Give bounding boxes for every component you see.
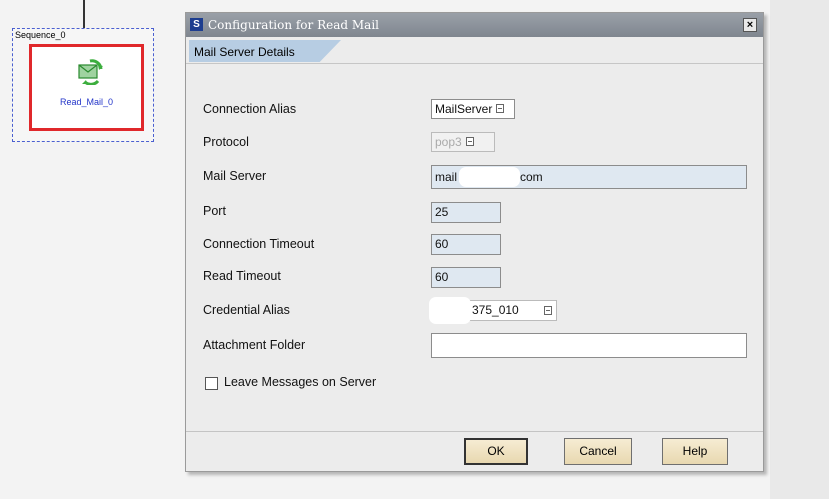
credential-alias-value: 375_010 [472, 303, 519, 317]
port-input[interactable]: 25 [431, 202, 501, 223]
dropdown-icon [496, 104, 505, 114]
ok-button[interactable]: OK [464, 438, 528, 465]
dialog-title: Configuration for Read Mail [208, 18, 379, 32]
read-timeout-input[interactable]: 60 [431, 267, 501, 288]
port-value: 25 [435, 205, 449, 219]
protocol-select[interactable]: pop3 [431, 132, 495, 152]
tab-label: Mail Server Details [194, 45, 295, 59]
read-timeout-label: Read Timeout [203, 269, 281, 283]
attachment-folder-label: Attachment Folder [203, 338, 306, 352]
mail-server-label: Mail Server [203, 169, 267, 183]
attachment-folder-input[interactable] [431, 333, 747, 358]
configuration-dialog: S Configuration for Read Mail × Mail Ser… [185, 12, 764, 472]
mail-server-prefix: mail [435, 170, 458, 184]
leave-messages-label[interactable]: Leave Messages on Server [224, 375, 376, 389]
close-button[interactable]: × [743, 18, 757, 32]
read-timeout-value: 60 [435, 270, 449, 284]
connection-alias-select[interactable]: MailServer [431, 99, 515, 119]
mail-server-suffix: com [520, 170, 543, 184]
app-icon: S [190, 18, 203, 31]
cancel-button[interactable]: Cancel [564, 438, 632, 465]
leave-messages-checkbox[interactable] [205, 377, 218, 390]
tab-divider [186, 63, 763, 64]
credential-alias-label: Credential Alias [203, 303, 290, 317]
sequence-container[interactable]: Sequence_0 Read_Mail_0 [12, 28, 154, 142]
port-label: Port [203, 204, 226, 218]
read-mail-step[interactable]: Read_Mail_0 [29, 44, 144, 131]
envelope-refresh-icon [78, 59, 103, 85]
dialog-titlebar[interactable]: S Configuration for Read Mail × [186, 13, 763, 37]
tab-mail-server-details[interactable]: Mail Server Details [189, 40, 341, 62]
help-button[interactable]: Help [662, 438, 728, 465]
connector-line [83, 0, 85, 28]
side-panel [770, 0, 829, 499]
dropdown-icon [544, 306, 552, 315]
help-label: Help [682, 444, 708, 458]
ok-label: OK [487, 444, 505, 458]
connection-timeout-label: Connection Timeout [203, 237, 315, 251]
dropdown-icon [465, 137, 474, 147]
connection-timeout-value: 60 [435, 237, 449, 251]
redaction-mask [459, 167, 520, 187]
step-label: Read_Mail_0 [59, 97, 114, 107]
footer-divider [186, 431, 763, 432]
redaction-mask [429, 297, 471, 324]
cancel-label: Cancel [579, 444, 617, 458]
sequence-label: Sequence_0 [15, 30, 66, 40]
connection-timeout-input[interactable]: 60 [431, 234, 501, 255]
protocol-value: pop3 [435, 135, 462, 149]
protocol-label: Protocol [203, 135, 249, 149]
connection-alias-label: Connection Alias [203, 102, 297, 116]
connection-alias-value: MailServer [435, 102, 493, 116]
